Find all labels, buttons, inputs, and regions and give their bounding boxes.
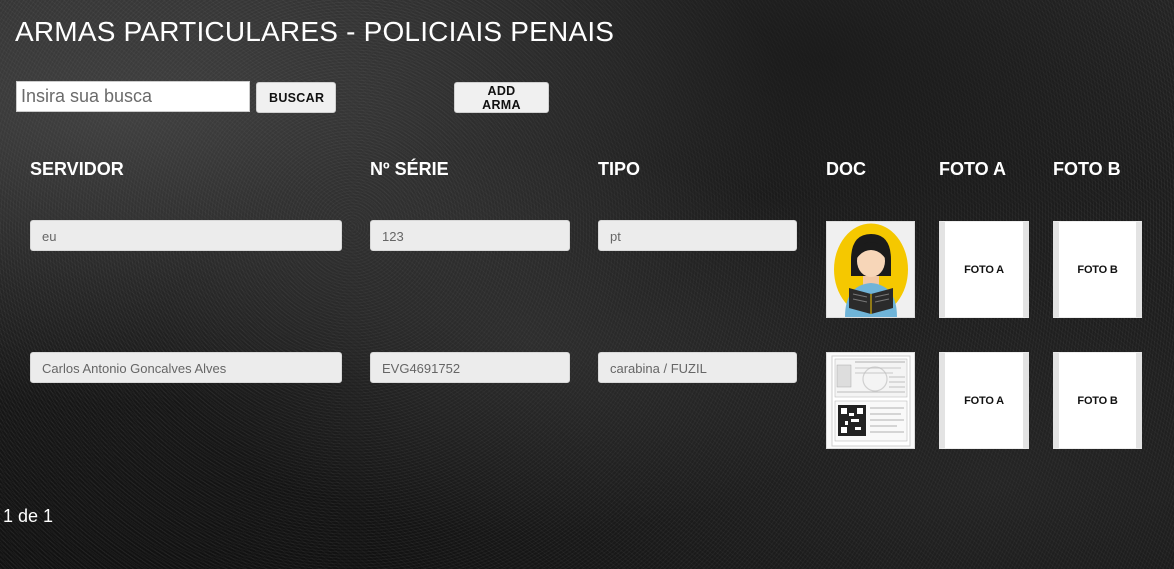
- column-header-foto-b: FOTO B: [1053, 159, 1121, 179]
- search-input[interactable]: [16, 81, 250, 112]
- person-reading-avatar-icon: [833, 223, 908, 317]
- servidor-field[interactable]: Carlos Antonio Goncalves Alves: [30, 352, 342, 383]
- foto-b-placeholder[interactable]: FOTO B: [1053, 221, 1142, 318]
- column-header-tipo: TIPO: [598, 159, 641, 179]
- document-scan-icon: [831, 355, 910, 446]
- page-title: ARMAS PARTICULARES - POLICIAIS PENAIS: [15, 16, 615, 47]
- column-header-doc: DOC: [826, 159, 866, 179]
- search-button[interactable]: BUSCAR: [256, 82, 336, 113]
- doc-thumbnail[interactable]: [826, 221, 915, 318]
- column-header-serie: Nº SÉRIE: [370, 159, 449, 179]
- foto-a-placeholder[interactable]: FOTO A: [939, 221, 1029, 318]
- serie-field[interactable]: 123: [370, 220, 570, 251]
- column-header-servidor: SERVIDOR: [30, 159, 124, 179]
- doc-thumbnail[interactable]: [826, 352, 915, 449]
- servidor-field[interactable]: eu: [30, 220, 342, 251]
- serie-field[interactable]: EVG4691752: [370, 352, 570, 383]
- foto-b-placeholder[interactable]: FOTO B: [1053, 352, 1142, 449]
- tipo-field[interactable]: carabina / FUZIL: [598, 352, 797, 383]
- add-arma-button[interactable]: ADD ARMA: [454, 82, 549, 113]
- foto-a-placeholder[interactable]: FOTO A: [939, 352, 1029, 449]
- column-header-foto-a: FOTO A: [939, 159, 1006, 179]
- tipo-field[interactable]: pt: [598, 220, 797, 251]
- pagination-label: 1 de 1: [3, 506, 54, 526]
